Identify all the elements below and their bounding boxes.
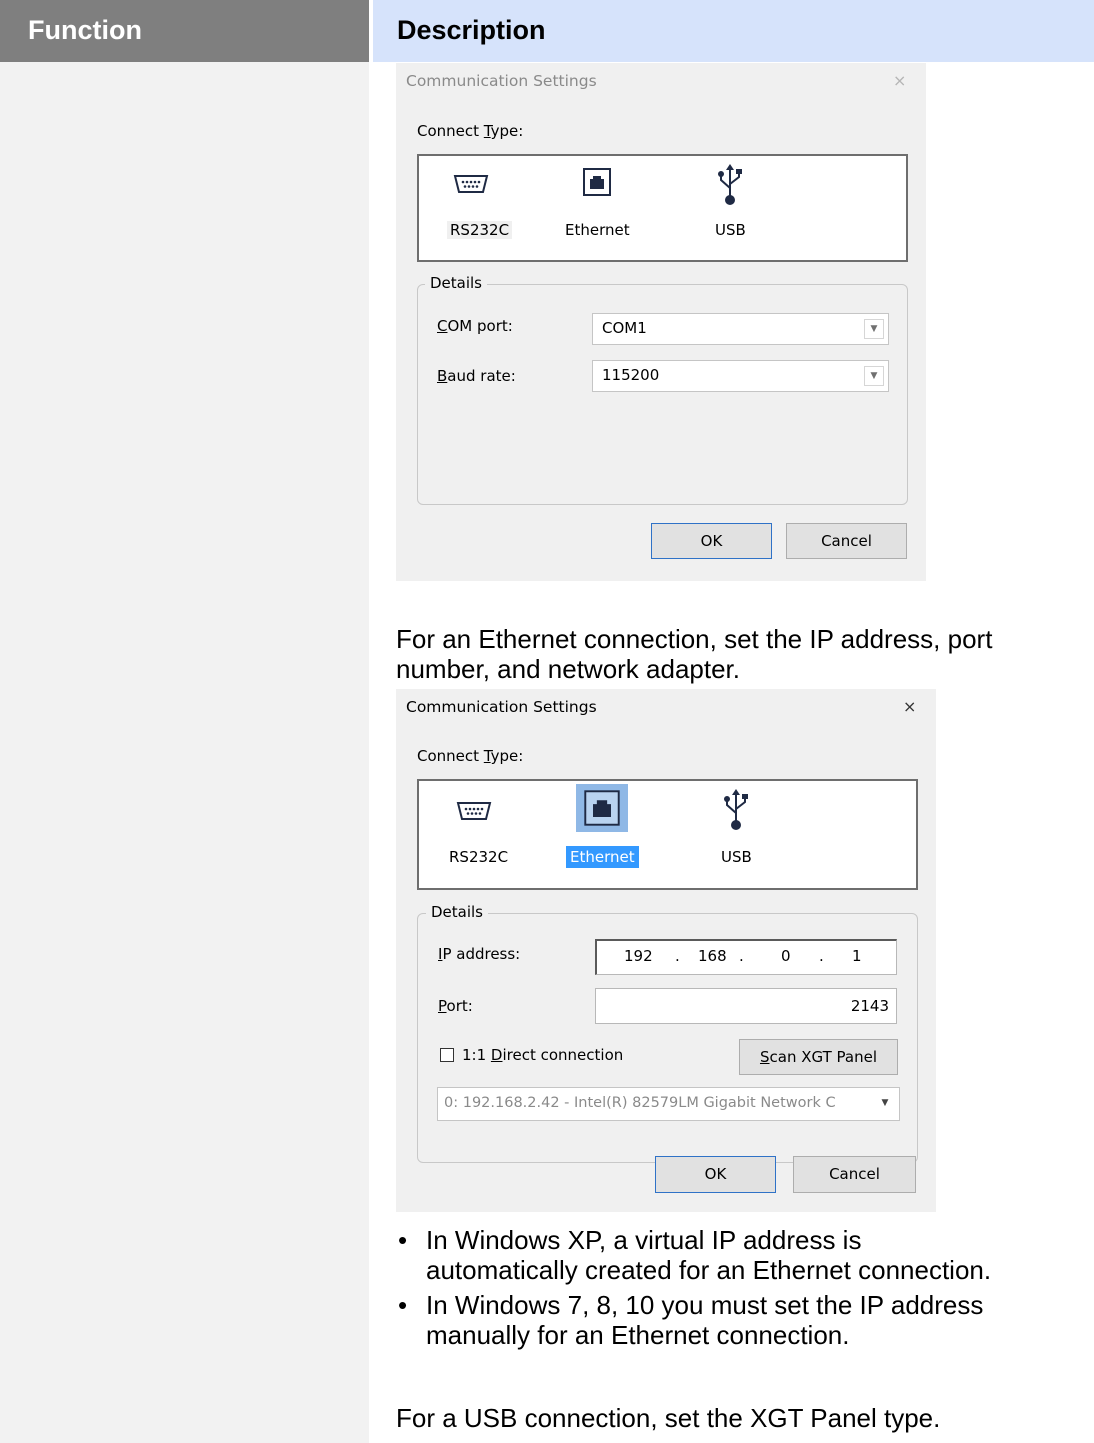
bullet-line-2: manually for an Ethernet connection. bbox=[426, 1320, 850, 1350]
ethernet-port-icon bbox=[583, 168, 611, 196]
serial-port-icon bbox=[456, 802, 492, 820]
bullet-line-2: automatically created for an Ethernet co… bbox=[426, 1255, 992, 1285]
ip-octet-1[interactable]: 192 bbox=[624, 947, 653, 965]
ethernet-label: Ethernet bbox=[565, 221, 630, 239]
ip-octet-3[interactable]: 0 bbox=[781, 947, 791, 965]
chevron-down-icon[interactable]: ▼ bbox=[875, 1094, 895, 1114]
connect-type-label: Connect Type: bbox=[417, 747, 524, 765]
baud-rate-select[interactable]: 115200 ▼ bbox=[592, 360, 889, 392]
ethernet-option-selected[interactable] bbox=[576, 784, 628, 832]
function-column-header: Function bbox=[0, 0, 369, 62]
com-port-select[interactable]: COM1 ▼ bbox=[592, 313, 889, 345]
ip-octet-2[interactable]: 168 bbox=[698, 947, 727, 965]
function-header-label: Function bbox=[28, 15, 142, 45]
usb-option[interactable] bbox=[715, 162, 745, 210]
ip-dot: . bbox=[739, 947, 744, 965]
bullet-icon: • bbox=[398, 1225, 408, 1255]
usb-icon bbox=[718, 164, 742, 205]
connect-type-label: Connect Type: bbox=[417, 122, 524, 140]
dialog-title: Communication Settings bbox=[406, 698, 597, 716]
details-legend: Details bbox=[426, 903, 489, 921]
com-port-label: COM port: bbox=[437, 317, 513, 335]
bullet-icon: • bbox=[398, 1290, 408, 1320]
ethernet-instruction-line-2: number, and network adapter. bbox=[396, 654, 741, 684]
bullet-line-1: In Windows 7, 8, 10 you must set the IP … bbox=[426, 1290, 984, 1320]
network-adapter-select[interactable]: 0: 192.168.2.42 - Intel(R) 82579LM Gigab… bbox=[437, 1087, 900, 1121]
direct-connection-label[interactable]: 1:1 Direct connection bbox=[462, 1046, 623, 1064]
port-label: Port: bbox=[438, 997, 473, 1015]
description-column-header: Description bbox=[373, 0, 1094, 62]
com-port-value: COM1 bbox=[602, 319, 647, 337]
usb-instruction: For a USB connection, set the XGT Panel … bbox=[396, 1403, 941, 1433]
ip-address-field[interactable]: 192 . 168 . 0 . 1 bbox=[595, 939, 897, 975]
bullet-item: • In Windows 7, 8, 10 you must set the I… bbox=[398, 1290, 1078, 1350]
rs232c-option[interactable] bbox=[456, 801, 492, 825]
ethernet-option[interactable] bbox=[583, 168, 611, 200]
ethernet-label: Ethernet bbox=[566, 846, 639, 868]
port-value: 2143 bbox=[850, 997, 889, 1015]
close-icon[interactable]: × bbox=[903, 697, 916, 716]
ethernet-instruction-line-1: For an Ethernet connection, set the IP a… bbox=[396, 624, 993, 654]
network-adapter-value: 0: 192.168.2.42 - Intel(R) 82579LM Gigab… bbox=[444, 1095, 836, 1111]
direct-connection-checkbox[interactable] bbox=[440, 1048, 454, 1062]
baud-rate-label: Baud rate: bbox=[437, 367, 516, 385]
ethernet-port-icon bbox=[584, 790, 620, 826]
chevron-down-icon[interactable]: ▼ bbox=[864, 319, 884, 339]
close-icon[interactable]: × bbox=[893, 71, 906, 90]
chevron-down-icon[interactable]: ▼ bbox=[864, 366, 884, 386]
communication-settings-dialog-ethernet: Communication Settings × Connect Type: R… bbox=[396, 689, 936, 1212]
connect-type-list[interactable]: RS232C Ethernet USB bbox=[417, 779, 918, 890]
bullet-item: • In Windows XP, a virtual IP address is… bbox=[398, 1225, 1078, 1285]
rs232c-option[interactable] bbox=[453, 174, 489, 198]
usb-icon bbox=[724, 789, 748, 830]
cancel-button[interactable]: Cancel bbox=[793, 1156, 916, 1193]
ip-octet-4[interactable]: 1 bbox=[852, 947, 862, 965]
usb-label: USB bbox=[721, 848, 752, 866]
bullet-line-1: In Windows XP, a virtual IP address is bbox=[426, 1225, 862, 1255]
ok-button[interactable]: OK bbox=[655, 1156, 776, 1193]
dialog-title: Communication Settings bbox=[406, 72, 597, 90]
connect-type-list[interactable]: RS232C Ethernet USB bbox=[417, 154, 908, 262]
port-field[interactable]: 2143 bbox=[595, 988, 897, 1024]
cancel-button[interactable]: Cancel bbox=[786, 523, 907, 559]
usb-label: USB bbox=[715, 221, 746, 239]
details-legend: Details bbox=[425, 274, 488, 292]
baud-rate-value: 115200 bbox=[602, 366, 660, 384]
rs232c-label: RS232C bbox=[449, 848, 509, 866]
description-header-label: Description bbox=[397, 15, 546, 45]
ip-dot: . bbox=[675, 947, 680, 965]
function-column-cell bbox=[0, 62, 369, 1443]
rs232c-label: RS232C bbox=[447, 221, 513, 239]
communication-settings-dialog-rs232c: Communication Settings × Connect Type: R… bbox=[396, 63, 926, 581]
ok-button[interactable]: OK bbox=[651, 523, 772, 559]
usb-option[interactable] bbox=[721, 787, 751, 835]
ip-address-label: IP address: bbox=[438, 945, 521, 963]
ip-dot: . bbox=[819, 947, 824, 965]
scan-xgt-panel-button[interactable]: Scan XGT Panel bbox=[739, 1039, 898, 1075]
serial-port-icon bbox=[453, 175, 489, 193]
